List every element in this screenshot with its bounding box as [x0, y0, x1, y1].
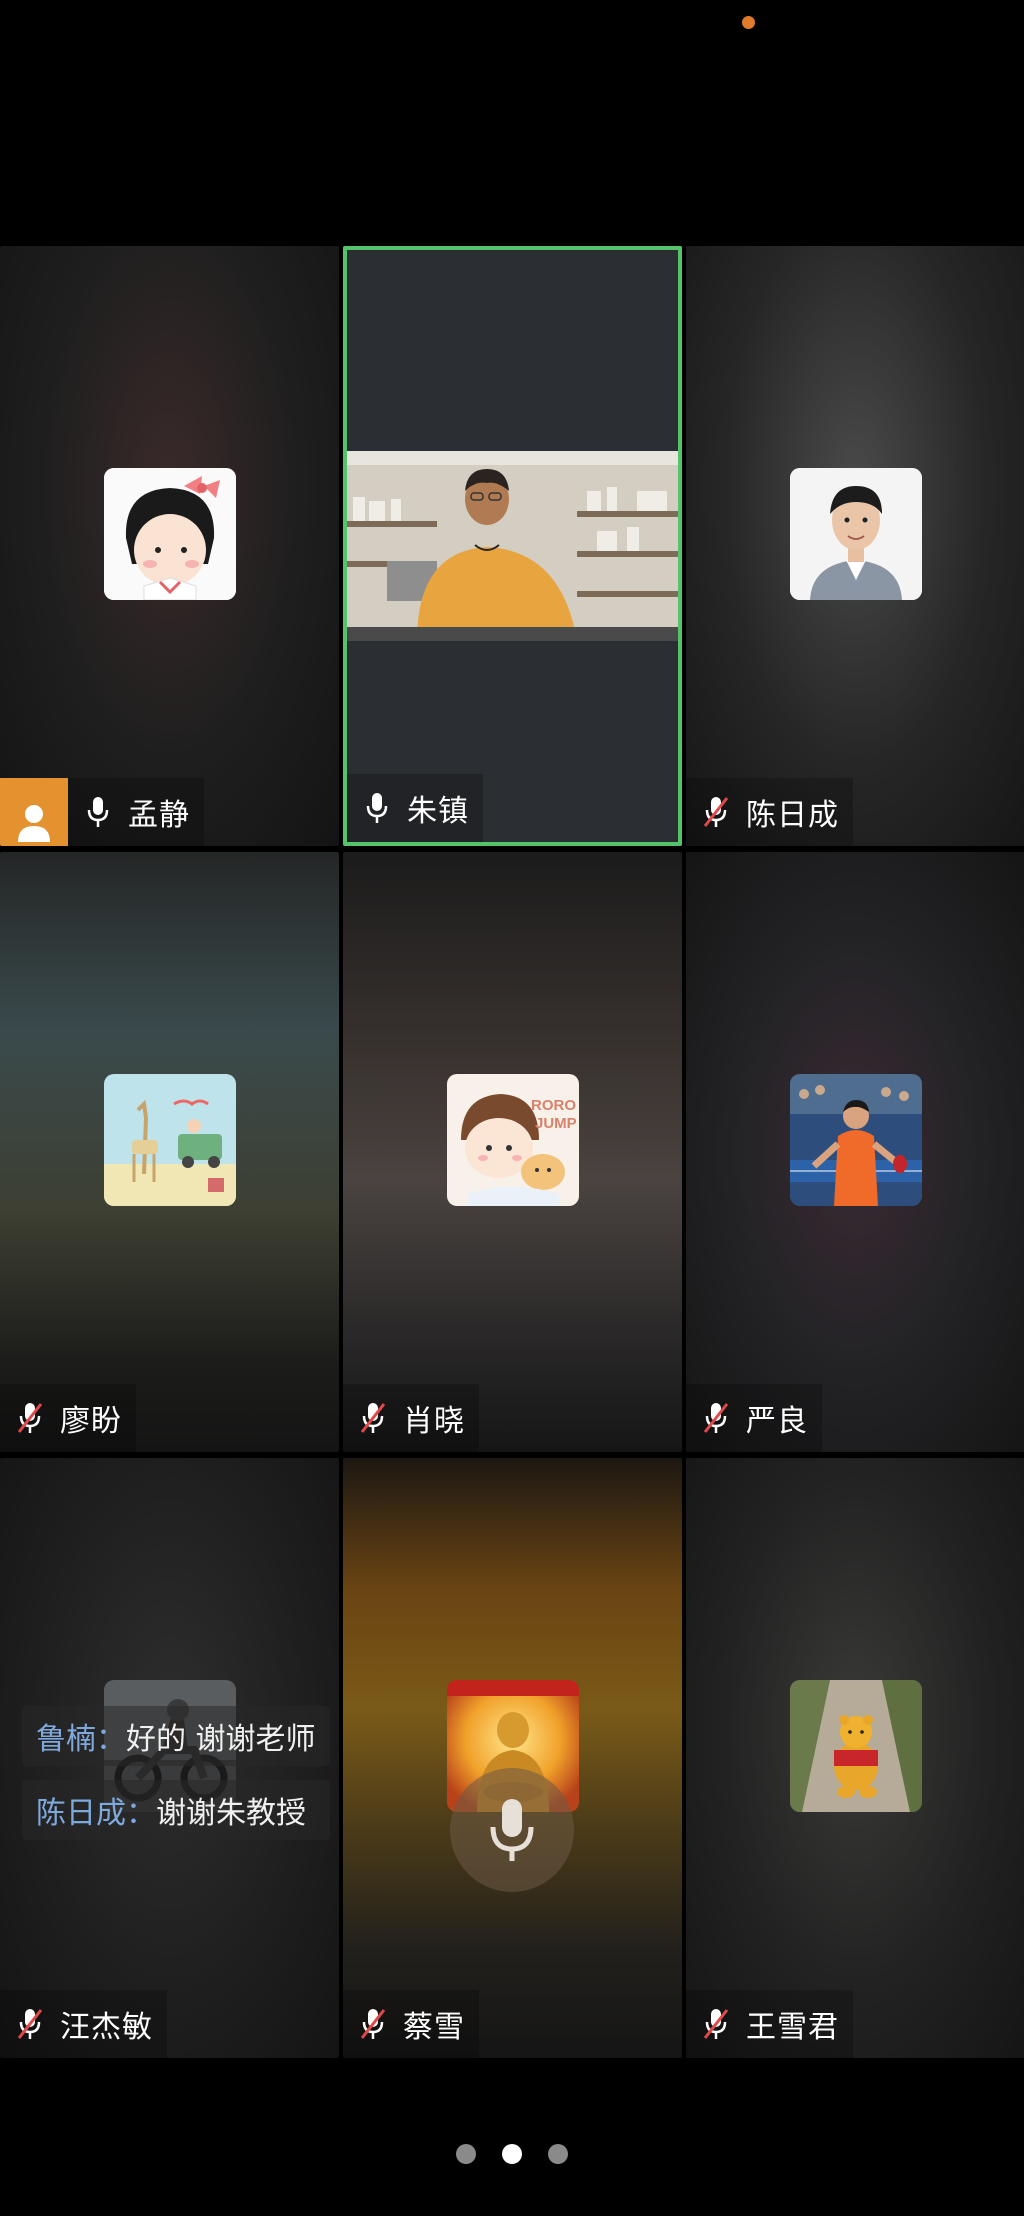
- chat-sender: 陈日成: [36, 1796, 126, 1831]
- avatar: [103, 468, 236, 600]
- participant-name: 陈日成: [746, 798, 839, 833]
- participant-tile[interactable]: RORO JUMP 肖晓: [343, 852, 682, 1452]
- mic-on-icon: [68, 778, 128, 846]
- avatar: [103, 1074, 236, 1206]
- mic-muted-icon: [0, 1990, 60, 2058]
- microphone-icon: [490, 1799, 534, 1861]
- participant-name: 朱镇: [407, 794, 469, 829]
- participant-name: 肖晓: [403, 1404, 465, 1439]
- avatar: [789, 468, 922, 600]
- participant-namebar: 朱镇: [347, 774, 483, 842]
- participant-tile[interactable]: 廖盼: [0, 852, 339, 1452]
- chat-sender: 鲁楠: [36, 1722, 96, 1757]
- participant-namebar: 肖晓: [343, 1384, 479, 1452]
- participant-tile[interactable]: 孟静: [0, 246, 339, 846]
- chat-text: 好的 谢谢老师: [126, 1722, 316, 1757]
- participant-namebar: 孟静: [0, 778, 204, 846]
- participant-tile[interactable]: 朱镇: [343, 246, 682, 846]
- page-dot-3[interactable]: [548, 2144, 568, 2164]
- mic-muted-icon: [343, 1384, 403, 1452]
- chat-message: 陈日成：谢谢朱教授: [22, 1780, 330, 1840]
- chat-separator: ：: [126, 1796, 156, 1831]
- participant-namebar: 蔡雪: [343, 1990, 479, 2058]
- participant-tile[interactable]: 蔡雪: [343, 1458, 682, 2058]
- participant-name: 蔡雪: [403, 2010, 465, 2045]
- chat-message: 鲁楠：好的 谢谢老师: [22, 1706, 330, 1766]
- participant-tile[interactable]: 王雪君: [686, 1458, 1024, 2058]
- mic-on-icon: [347, 774, 407, 842]
- participant-name: 严良: [746, 1404, 808, 1439]
- host-badge-icon: [0, 778, 68, 846]
- video-feed: [347, 451, 678, 641]
- participant-name: 孟静: [128, 798, 190, 833]
- mic-muted-icon: [0, 1384, 60, 1452]
- page-indicator: [0, 2144, 1024, 2164]
- avatar: [789, 1074, 922, 1206]
- participant-namebar: 陈日成: [686, 778, 853, 846]
- mic-muted-icon: [686, 778, 746, 846]
- svg-text:JUMP: JUMP: [535, 1115, 577, 1132]
- participant-namebar: 王雪君: [686, 1990, 853, 2058]
- recording-indicator: [742, 16, 755, 29]
- participant-tile[interactable]: 严良: [686, 852, 1024, 1452]
- mic-muted-icon: [686, 1384, 746, 1452]
- chat-separator: ：: [96, 1722, 126, 1757]
- microphone-button[interactable]: [450, 1768, 574, 1892]
- participant-name: 王雪君: [746, 2010, 839, 2045]
- participant-tile[interactable]: 陈日成: [686, 246, 1024, 846]
- participant-name: 汪杰敏: [60, 2010, 153, 2045]
- page-dot-2[interactable]: [502, 2144, 522, 2164]
- participant-namebar: 廖盼: [0, 1384, 136, 1452]
- participant-name: 廖盼: [60, 1404, 122, 1439]
- participant-namebar: 严良: [686, 1384, 822, 1452]
- chat-overlay: 鲁楠：好的 谢谢老师 陈日成：谢谢朱教授: [22, 1706, 330, 1840]
- avatar: RORO JUMP: [446, 1074, 579, 1206]
- page-dot-1[interactable]: [456, 2144, 476, 2164]
- avatar: [789, 1680, 922, 1812]
- chat-text: 谢谢朱教授: [156, 1796, 306, 1831]
- participant-namebar: 汪杰敏: [0, 1990, 167, 2058]
- mic-muted-icon: [343, 1990, 403, 2058]
- svg-text:RORO: RORO: [531, 1097, 576, 1114]
- mic-muted-icon: [686, 1990, 746, 2058]
